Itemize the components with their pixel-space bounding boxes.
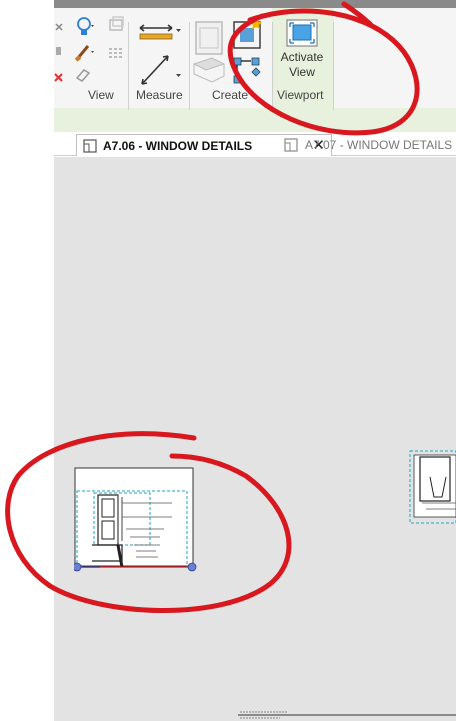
viewport-panel-label: Viewport — [277, 88, 324, 102]
left-gutter — [0, 0, 54, 721]
title-block-edge — [238, 711, 456, 719]
view-reference-icon[interactable] — [230, 14, 266, 86]
panel-separator — [333, 22, 334, 110]
create-view-icon[interactable] — [192, 16, 228, 88]
linework-icon[interactable] — [108, 46, 126, 60]
revit-window: Activate View View Measure Create Viewpo… — [0, 0, 456, 721]
measure-diagonal-icon[interactable] — [138, 50, 184, 90]
tab-label: A7.06 - WINDOW DETAILS — [103, 139, 253, 153]
panel-separator — [189, 22, 190, 110]
sheet-view-icon — [83, 139, 97, 153]
measure-aligned-icon[interactable] — [138, 20, 184, 42]
paint-brush-icon[interactable] — [74, 42, 96, 62]
create-panel-label: Create — [212, 88, 248, 102]
tab-label: A7.07 - WINDOW DETAILS — [305, 138, 453, 152]
sheet-view-icon — [284, 138, 298, 152]
ribbon-title-strip — [54, 0, 456, 8]
clipped-tools-icon — [54, 23, 63, 82]
activate-view-label: Activate View — [274, 50, 330, 80]
tab-a707-window-details[interactable]: A7.07 - WINDOW DETAILS — [278, 134, 452, 156]
panel-separator — [272, 22, 273, 110]
light-bulb-icon[interactable] — [74, 16, 96, 38]
view-tab-bar: A7.06 - WINDOW DETAILS ✕ A7.07 - WINDOW … — [54, 132, 456, 156]
activate-view-label-line1: Activate — [280, 50, 324, 64]
activate-view-button[interactable]: Activate View — [274, 14, 330, 86]
panel-separator — [128, 22, 129, 110]
viewport-window-detail[interactable] — [74, 467, 198, 579]
viewport-window-detail-2[interactable] — [408, 447, 456, 527]
eraser-icon[interactable] — [74, 66, 92, 82]
drawing-canvas[interactable] — [54, 157, 456, 721]
ribbon-panels — [54, 8, 456, 110]
view-panel-label: View — [88, 88, 114, 102]
thin-lines-icon[interactable] — [108, 16, 126, 34]
measure-panel-label: Measure — [136, 88, 183, 102]
activate-view-icon — [286, 19, 318, 47]
activate-view-label-line2: View — [289, 65, 315, 79]
